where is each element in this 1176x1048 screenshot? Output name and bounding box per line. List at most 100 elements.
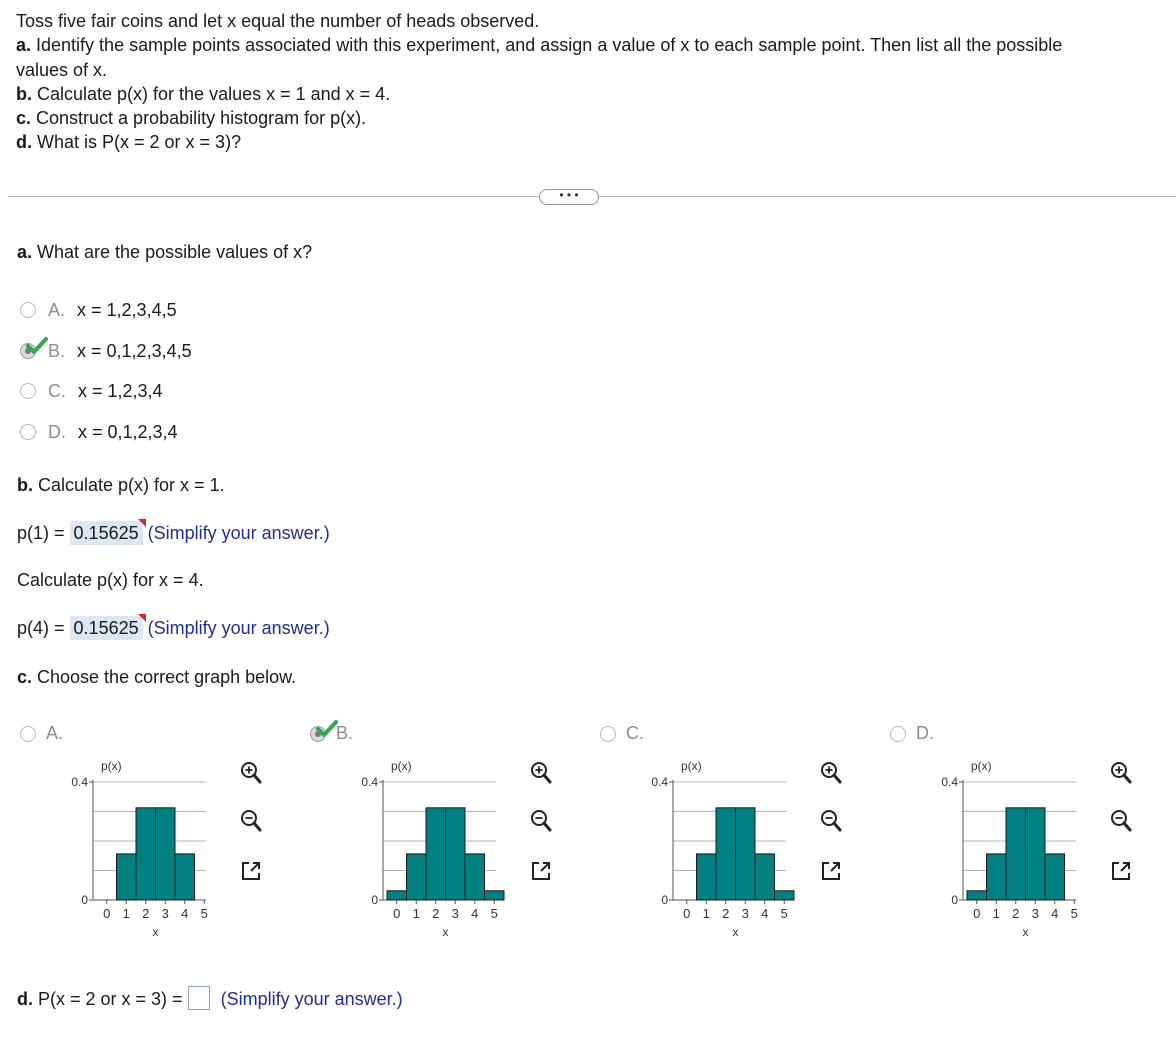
y-axis-label: p(x) [681, 760, 702, 773]
x-tick-label: 5 [1071, 906, 1078, 921]
part-d-answer-input[interactable] [187, 986, 210, 1010]
histogram-bar-x1 [696, 853, 717, 901]
zoom-out-icon[interactable] [528, 808, 554, 834]
y-tick-label: 0.4 [361, 775, 378, 789]
histogram-b[interactable]: 00.4p(x)0 1 2 3 4 5x [336, 760, 512, 950]
option-text: x = 1,2,3,4 [78, 381, 163, 401]
handle [832, 821, 842, 832]
y-tick-label: 0.4 [651, 775, 668, 789]
part-a-radio-a[interactable] [20, 302, 36, 318]
zoom-out-icon[interactable] [238, 808, 264, 834]
more-button[interactable]: • • • [539, 189, 599, 205]
x-tick-label: 2 [432, 906, 439, 921]
x-tick-label: 4 [1051, 906, 1058, 921]
y-axis-label: p(x) [391, 760, 412, 773]
x-tick-label: 1 [413, 906, 420, 921]
option-text: x = 1,2,3,4,5 [77, 300, 177, 320]
x-tick-label: 3 [742, 906, 749, 921]
x-tick-label: 0 [683, 906, 690, 921]
checkmark-icon [316, 720, 338, 737]
option-letter: C. [48, 381, 66, 401]
question-line-d: d. What is P(x = 2 or x = 3)? [16, 132, 242, 152]
p4-answer-field[interactable]: 0.15625 [69, 614, 146, 640]
handle [1122, 821, 1132, 832]
y-tick-label: 0.4 [941, 775, 958, 789]
x-tick-label: 3 [1032, 906, 1039, 921]
graph-radio-a[interactable] [20, 726, 36, 742]
question-line-a: a. Identify the sample points associated… [16, 35, 1063, 55]
histogram-bar-x0 [386, 890, 407, 901]
histogram-bar-x2 [425, 807, 446, 901]
expand-icon[interactable] [238, 858, 264, 884]
zoom-out-icon[interactable] [1108, 808, 1134, 834]
zoom-out-icon[interactable] [818, 808, 844, 834]
histogram-bar-x3 [1025, 807, 1046, 901]
handle [252, 773, 262, 784]
p1-answer-field[interactable]: 0.15625 [69, 519, 146, 545]
x-axis-label: x [443, 925, 449, 939]
question-line-1: Toss five fair coins and let x equal the… [16, 11, 540, 31]
expand-icon[interactable] [818, 858, 844, 884]
part-a-option-b[interactable]: B. x = 0,1,2,3,4,5 [48, 339, 192, 363]
histogram-bar-x2 [135, 807, 156, 901]
part-a-option-d[interactable]: D. x = 0,1,2,3,4 [48, 420, 178, 444]
x-tick-label: 5 [781, 906, 788, 921]
expand-icon[interactable] [1108, 858, 1134, 884]
x-tick-label: 0 [973, 906, 980, 921]
graph-option-label-a[interactable]: A. [46, 721, 63, 745]
handle [1122, 773, 1132, 784]
part-a-radio-c[interactable] [20, 383, 36, 399]
option-text: x = 0,1,2,3,4,5 [77, 341, 192, 361]
part-a-option-c[interactable]: C. x = 1,2,3,4 [48, 379, 163, 403]
x-tick-label: 0 [103, 906, 110, 921]
expand-icon[interactable] [528, 858, 554, 884]
incorrect-flag-icon [137, 614, 146, 622]
histogram-a[interactable]: 00.4p(x)0 1 2 3 4 5x [46, 760, 222, 950]
histogram-bar-x5 [774, 890, 795, 901]
histogram-bar-x2 [1005, 807, 1026, 901]
histogram-bar-x4 [464, 853, 485, 901]
histogram-bar-x4 [754, 853, 775, 901]
arrow [250, 862, 260, 872]
checkmark-icon [26, 337, 48, 354]
question-line-b: b. Calculate p(x) for the values x = 1 a… [16, 84, 391, 104]
p4-hint: (Simplify your answer.) [147, 618, 330, 638]
p4-answer-row: p(4) = 0.15625 (Simplify your answer.) [17, 614, 330, 640]
y-tick-label: 0.4 [71, 775, 88, 789]
x-tick-label: 2 [142, 906, 149, 921]
x-tick-label: 3 [162, 906, 169, 921]
histogram-bar-x1 [986, 853, 1007, 901]
histogram-bar-x3 [155, 807, 176, 901]
x-tick-label: 2 [1012, 906, 1019, 921]
histogram-bar-x4 [174, 853, 195, 901]
zoom-in-icon[interactable] [818, 760, 844, 786]
zoom-in-icon[interactable] [1108, 760, 1134, 786]
histogram-bar-x3 [445, 807, 466, 901]
question-line-a-cont: values of x. [16, 60, 108, 80]
checkmark-stroke [316, 720, 338, 737]
zoom-in-icon[interactable] [528, 760, 554, 786]
graph-radio-d[interactable] [890, 726, 906, 742]
graph-radio-c[interactable] [600, 726, 616, 742]
histogram-bar-x5 [484, 890, 505, 901]
part-a-radio-d[interactable] [20, 424, 36, 440]
zoom-in-icon[interactable] [238, 760, 264, 786]
part-b-prompt-2: Calculate p(x) for x = 4. [17, 570, 204, 590]
y-axis-label: p(x) [101, 760, 122, 773]
y-tick-label: 0 [661, 893, 668, 907]
graph-option-label-d[interactable]: D. [916, 721, 934, 745]
histogram-bar-x1 [116, 853, 137, 901]
x-axis-label: x [1023, 925, 1029, 939]
histogram-d[interactable]: 00.4p(x)0 1 2 3 4 5x [916, 760, 1092, 950]
part-a-option-a[interactable]: A. x = 1,2,3,4,5 [48, 298, 177, 322]
y-tick-label: 0 [951, 893, 958, 907]
histogram-bar-x0 [966, 890, 987, 901]
option-letter: D. [48, 422, 66, 442]
histogram-c[interactable]: 00.4p(x)0 1 2 3 4 5x [626, 760, 802, 950]
x-tick-label: 0 [393, 906, 400, 921]
y-tick-label: 0 [371, 893, 378, 907]
arrow [1120, 862, 1130, 872]
graph-option-label-b[interactable]: B. [336, 721, 353, 745]
x-tick-label: 5 [201, 906, 208, 921]
graph-option-label-c[interactable]: C. [626, 721, 644, 745]
